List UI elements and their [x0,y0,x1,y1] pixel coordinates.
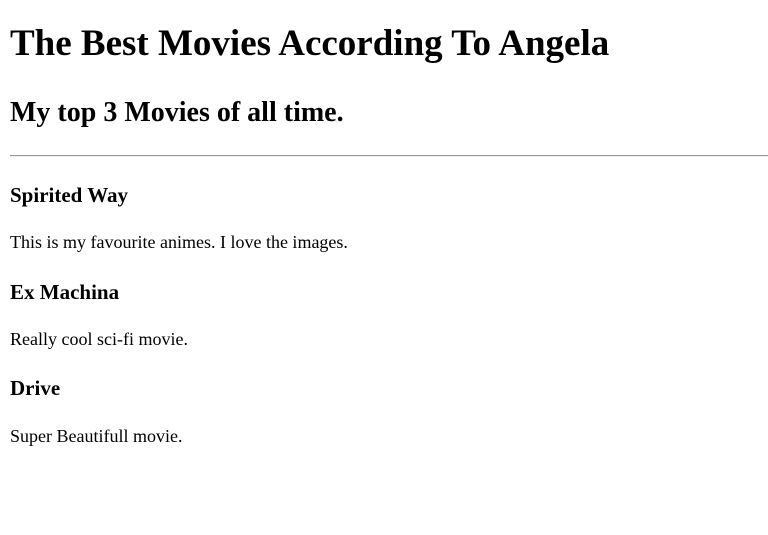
movie-description-spirited-way: This is my favourite animes. I love the … [10,232,348,252]
page-title: The Best Movies According To Angela [10,23,610,64]
movie-description-drive: Super Beautifull movie. [10,426,183,446]
movie-title-ex-machina: Ex Machina [10,280,120,304]
section-divider [10,155,768,157]
movie-title-spirited-way: Spirited Way [10,183,129,207]
page: The Best Movies According To Angela My t… [0,0,768,535]
movie-title-drive: Drive [10,376,61,400]
page-subtitle: My top 3 Movies of all time. [10,97,344,128]
movie-description-ex-machina: Really cool sci-fi movie. [10,329,188,349]
